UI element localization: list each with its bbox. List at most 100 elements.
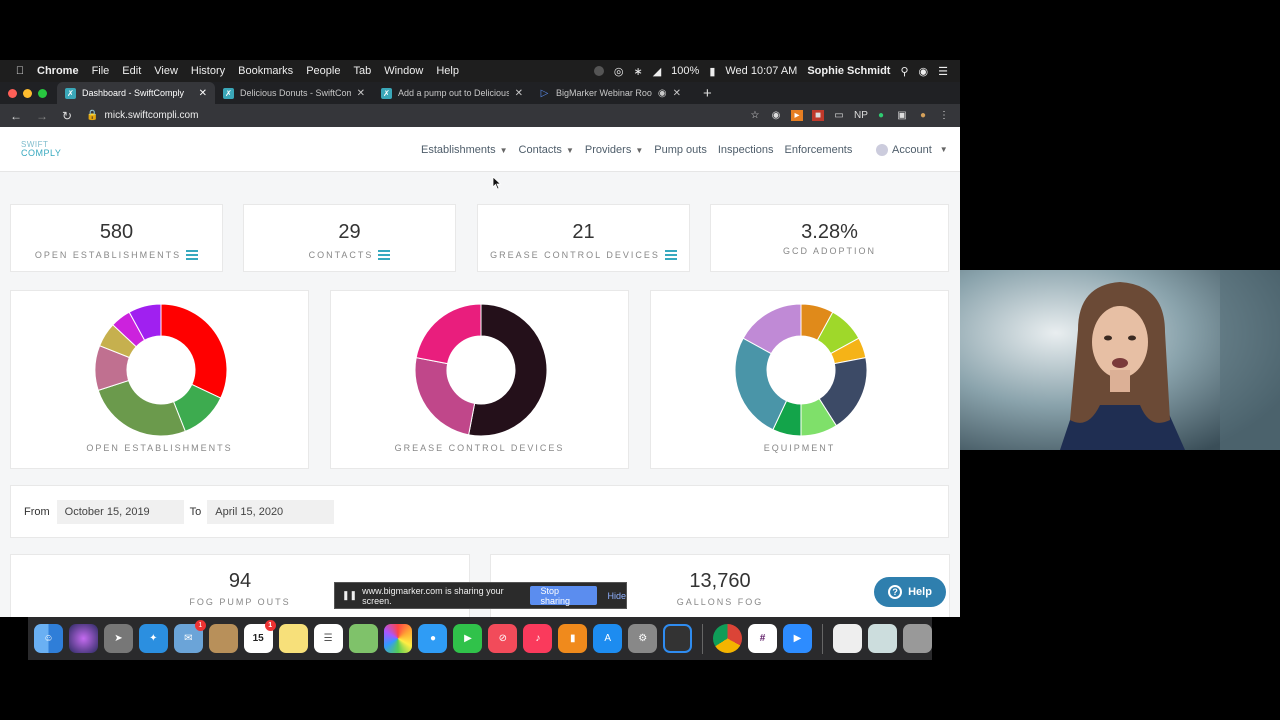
maps-icon[interactable] — [348, 624, 378, 653]
new-tab-icon[interactable]: + — [703, 85, 712, 102]
apple-icon[interactable]:  — [13, 65, 27, 77]
chrome-menu-icon[interactable]: ⋮ — [938, 110, 950, 121]
menu-app-name[interactable]: Chrome — [37, 65, 79, 77]
donut-equipment[interactable] — [735, 304, 867, 436]
trash-icon[interactable] — [902, 624, 932, 653]
orange-extension-icon[interactable]: ▸ — [791, 110, 803, 121]
forward-icon[interactable]: → — [36, 109, 48, 123]
account-menu[interactable]: Account ▼ — [876, 127, 948, 172]
menu-history[interactable]: History — [191, 65, 225, 77]
messages-icon[interactable]: ● — [418, 624, 448, 653]
minimize-window-icon[interactable] — [23, 88, 32, 98]
nav-pump-outs[interactable]: Pump outs — [654, 144, 707, 156]
mission-control-icon[interactable] — [663, 624, 693, 653]
facetime-icon[interactable]: ▶ — [453, 624, 483, 653]
close-tab-icon[interactable]: ✕ — [357, 88, 365, 99]
wifi-icon[interactable]: ◢ — [653, 65, 661, 78]
hide-button[interactable]: Hide — [607, 591, 626, 601]
tab-delicious-donuts[interactable]: ✗ Delicious Donuts - SwiftComply ✕ — [215, 82, 373, 104]
bear-extension-icon[interactable]: ▣ — [896, 110, 908, 121]
donut-slice[interactable] — [97, 379, 186, 436]
bookmark-star-icon[interactable]: ☆ — [749, 110, 761, 121]
donut-open-establishments[interactable] — [95, 304, 227, 436]
siri-icon[interactable] — [68, 624, 98, 653]
battery-icon[interactable]: ▮ — [709, 65, 715, 78]
bluetooth-icon[interactable]: ∗ — [633, 65, 642, 78]
close-window-icon[interactable] — [8, 88, 17, 98]
card-extension-icon[interactable]: ▭ — [833, 110, 845, 121]
spotlight-icon[interactable]: ⚲ — [900, 65, 908, 78]
mail-icon[interactable]: ✉ 1 — [173, 620, 206, 653]
calendar-icon[interactable]: 15 1 — [243, 620, 276, 653]
launchpad-icon[interactable]: ➤ — [103, 624, 133, 653]
from-date-input[interactable]: October 15, 2019 — [56, 499, 184, 524]
np-extension-icon[interactable]: NP — [854, 110, 868, 121]
menu-people[interactable]: People — [306, 65, 340, 77]
maximize-window-icon[interactable] — [38, 88, 47, 98]
news-icon[interactable]: ⊘ — [488, 624, 518, 653]
list-icon[interactable] — [664, 250, 677, 260]
menu-user[interactable]: Sophie Schmidt — [807, 65, 890, 77]
green-extension-icon[interactable]: ● — [875, 110, 887, 121]
zoom-icon[interactable]: ▶ — [783, 624, 812, 653]
close-tab-icon[interactable]: ✕ — [199, 88, 207, 99]
menu-edit[interactable]: Edit — [122, 65, 141, 77]
app-store-icon[interactable]: A — [593, 624, 623, 653]
menu-tab[interactable]: Tab — [353, 65, 371, 77]
screenshot-icon[interactable] — [867, 624, 897, 653]
slack-icon[interactable]: # — [748, 624, 778, 653]
preview-icon[interactable] — [832, 624, 862, 653]
help-button[interactable]: ? Help — [874, 577, 946, 607]
music-icon[interactable]: ♪ — [523, 624, 553, 653]
nav-inspections[interactable]: Inspections — [718, 144, 774, 156]
notification-center-icon[interactable]: ☰ — [938, 65, 948, 78]
list-icon[interactable] — [186, 250, 199, 260]
donut-slice[interactable] — [415, 357, 476, 436]
donut-grease-control-devices[interactable] — [415, 304, 547, 436]
sync-icon[interactable]: ◎ — [614, 65, 624, 78]
donut-slice[interactable] — [160, 304, 227, 399]
books-icon[interactable]: ▮ — [558, 624, 588, 653]
stat-label: CONTACTS — [308, 250, 374, 260]
notes-icon[interactable] — [278, 624, 308, 653]
nav-establishments[interactable]: Establishments ▼ — [421, 144, 508, 156]
tab-add-pump-out[interactable]: ✗ Add a pump out to Delicious Donuts ✕ — [373, 82, 531, 104]
reminders-icon[interactable]: ☰ — [313, 624, 343, 653]
nav-contacts[interactable]: Contacts ▼ — [519, 144, 574, 156]
list-icon[interactable] — [378, 250, 391, 260]
system-preferences-icon[interactable]: ⚙ — [628, 624, 658, 653]
nav-providers[interactable]: Providers ▼ — [585, 144, 643, 156]
pause-icon[interactable]: ❚❚ — [342, 590, 357, 601]
donut-slice[interactable] — [735, 337, 788, 431]
safari-icon[interactable]: ✦ — [138, 624, 168, 653]
url-field[interactable]: 🔒 mick.swiftcompli.com — [86, 110, 198, 121]
menu-bookmarks[interactable]: Bookmarks — [238, 65, 293, 77]
nav-enforcements[interactable]: Enforcements — [785, 144, 853, 156]
grid-extension-icon[interactable]: ■ — [812, 110, 824, 121]
camera-extension-icon[interactable]: ◉ — [770, 110, 782, 121]
contacts-icon[interactable] — [208, 624, 238, 653]
reload-icon[interactable]: ↻ — [62, 109, 72, 123]
menu-window[interactable]: Window — [384, 65, 423, 77]
record-status-icon[interactable] — [593, 66, 604, 76]
menu-clock[interactable]: Wed 10:07 AM — [725, 65, 797, 77]
close-tab-icon[interactable]: ✕ — [515, 88, 523, 99]
close-tab-icon[interactable]: ✕ — [673, 88, 681, 99]
date-range-filter: From October 15, 2019 To April 15, 2020 — [10, 485, 949, 538]
profile-avatar-icon[interactable]: ● — [917, 110, 929, 121]
menu-file[interactable]: File — [92, 65, 110, 77]
to-date-input[interactable]: April 15, 2020 — [207, 499, 335, 524]
photos-icon[interactable] — [383, 624, 413, 653]
finder-icon[interactable]: ☺ — [34, 624, 63, 653]
tab-bigmarker[interactable]: ▷ BigMarker Webinar Room ◉ ✕ — [531, 82, 689, 104]
menu-view[interactable]: View — [154, 65, 178, 77]
bigmarker-favicon-icon: ▷ — [540, 87, 549, 99]
swiftcomply-logo[interactable]: SWIFT COMPLY — [21, 141, 61, 158]
stop-sharing-button[interactable]: Stop sharing — [530, 586, 598, 606]
back-icon[interactable]: ← — [10, 109, 22, 123]
tab-dashboard[interactable]: ✗ Dashboard - SwiftComply ✕ — [57, 82, 215, 104]
donut-slice[interactable] — [415, 304, 482, 365]
chrome-icon[interactable] — [713, 624, 743, 653]
siri-icon[interactable]: ◉ — [919, 65, 929, 78]
menu-help[interactable]: Help — [436, 65, 459, 77]
